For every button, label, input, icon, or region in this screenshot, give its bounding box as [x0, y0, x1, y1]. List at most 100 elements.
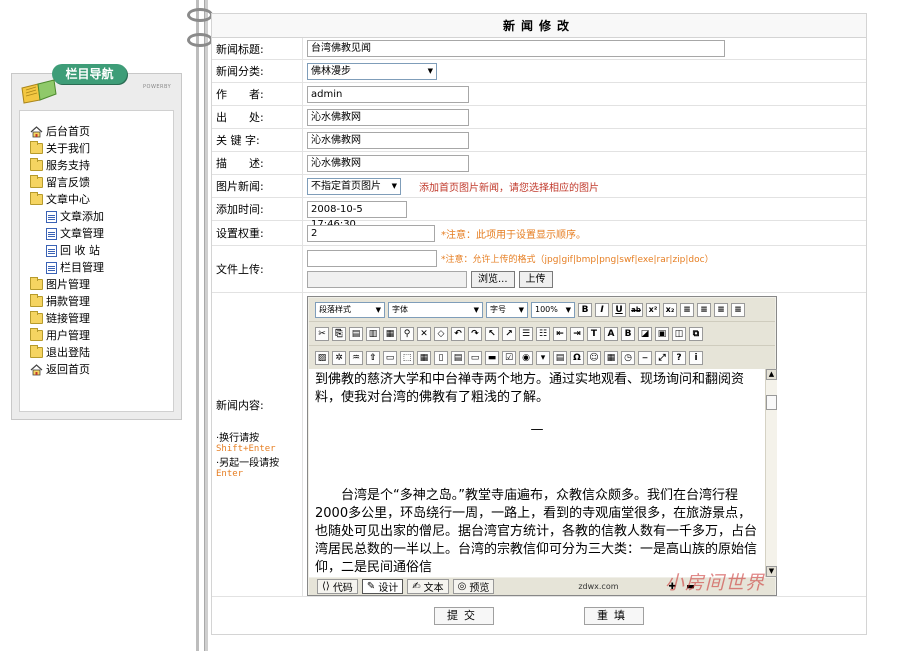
nav-item[interactable]: 用户管理: [30, 327, 104, 344]
checkbox-icon[interactable]: ☑: [502, 350, 516, 365]
strikethrough-icon[interactable]: ab: [629, 302, 643, 317]
paste-text-icon[interactable]: ▥: [366, 326, 380, 341]
description-input[interactable]: 沁水佛教网: [307, 154, 469, 172]
numbered-list-icon[interactable]: ☰: [519, 326, 533, 341]
nav-item[interactable]: 栏目管理: [30, 259, 104, 276]
find-icon[interactable]: ⚲: [400, 326, 414, 341]
paragraph-style-select[interactable]: 段落样式 ▼: [315, 301, 385, 318]
preview-mode-button[interactable]: ◎ 预览: [452, 579, 495, 594]
align-justify-icon[interactable]: ≡: [731, 302, 745, 317]
grid-icon[interactable]: ▦: [417, 350, 431, 365]
underline-icon[interactable]: U: [612, 302, 626, 317]
form-icon[interactable]: ▯: [434, 350, 448, 365]
select-icon[interactable]: ↖: [485, 326, 499, 341]
nav-item[interactable]: 文章添加: [30, 208, 104, 225]
paste-word-icon[interactable]: ▦: [383, 326, 397, 341]
layers-icon[interactable]: ⧉: [689, 326, 703, 341]
scroll-up-icon[interactable]: ▲: [766, 369, 777, 380]
nav-item[interactable]: 返回首页: [30, 361, 104, 378]
italic-icon[interactable]: I: [595, 302, 609, 317]
eraser-icon[interactable]: ◇: [434, 326, 448, 341]
browse-button[interactable]: 浏览...: [471, 271, 515, 288]
design-mode-button[interactable]: ✎ 设计: [361, 579, 404, 594]
background-color-icon[interactable]: B: [621, 326, 635, 341]
nav-item[interactable]: 回 收 站: [30, 242, 104, 259]
pointer-icon[interactable]: ↗: [502, 326, 516, 341]
font-select[interactable]: 字体 ▼: [388, 301, 483, 318]
about-icon[interactable]: i: [689, 350, 703, 365]
nav-item[interactable]: 文章中心: [30, 191, 104, 208]
template-icon[interactable]: ▤: [451, 350, 465, 365]
image-icon[interactable]: ▨: [315, 350, 329, 365]
nav-item[interactable]: 文章管理: [30, 225, 104, 242]
fullscreen-icon[interactable]: ⤢: [655, 350, 669, 365]
fill-icon[interactable]: ◪: [638, 326, 652, 341]
help-icon[interactable]: ?: [672, 350, 686, 365]
special-char-icon[interactable]: Ω: [570, 350, 584, 365]
open-book-icon: [21, 79, 57, 104]
button-icon[interactable]: ▬: [485, 350, 499, 365]
editor-scrollbar[interactable]: ▲ ▼: [765, 369, 777, 577]
title-input[interactable]: 台湾佛教见闻: [307, 40, 725, 57]
weight-input[interactable]: 2: [307, 224, 435, 242]
editor-content-area[interactable]: 到佛教的慈济大学和中台禅寺两个地方。通过实地观看、现场询问和翻阅资料，使我对台湾…: [309, 369, 765, 577]
superscript-icon[interactable]: x²: [646, 302, 660, 317]
submit-button[interactable]: 提交: [434, 606, 494, 625]
scroll-down-icon[interactable]: ▼: [766, 566, 777, 577]
redo-icon[interactable]: ↷: [468, 326, 482, 341]
nav-item[interactable]: 链接管理: [30, 310, 104, 327]
nav-item[interactable]: 服务支持: [30, 157, 104, 174]
date-icon[interactable]: ▦: [604, 350, 618, 365]
cut-icon[interactable]: ✂: [315, 326, 329, 341]
nav-item[interactable]: 退出登陆: [30, 344, 104, 361]
table-icon[interactable]: ▭: [383, 350, 397, 365]
div-icon[interactable]: ⬚: [400, 350, 414, 365]
category-select[interactable]: 佛林漫步 ▼: [307, 62, 437, 80]
code-mode-button[interactable]: ⟨⟩ 代码: [317, 579, 358, 594]
outdent-icon[interactable]: ⇤: [553, 326, 567, 341]
upload-button[interactable]: 上传: [518, 271, 553, 288]
indent-icon[interactable]: ⇥: [570, 326, 584, 341]
link-icon[interactable]: ⇧: [366, 350, 380, 365]
highlight-icon[interactable]: A: [604, 326, 618, 341]
source-input[interactable]: 沁水佛教网: [307, 108, 469, 126]
textarea-icon[interactable]: ▤: [553, 350, 567, 365]
delete-icon[interactable]: ✕: [417, 326, 431, 341]
scroll-thumb[interactable]: [766, 395, 777, 410]
nav-item[interactable]: 图片管理: [30, 276, 104, 293]
upload-path-input[interactable]: [307, 250, 437, 267]
zoom-select[interactable]: 100% ▼: [531, 301, 575, 318]
text-color-icon[interactable]: T: [587, 326, 601, 341]
copy-icon[interactable]: ⎘: [332, 326, 346, 341]
image-news-select[interactable]: 不指定首页图片 ▼: [307, 177, 401, 195]
add-time-input[interactable]: 2008-10-5 17:46:30: [307, 200, 407, 230]
nav-item[interactable]: 关于我们: [30, 140, 104, 157]
layer-icon[interactable]: ◫: [672, 326, 686, 341]
bold-icon[interactable]: B: [578, 302, 592, 317]
page-break-icon[interactable]: ⎯: [638, 350, 652, 365]
nav-item[interactable]: 后台首页: [30, 123, 104, 140]
chevron-down-icon: ▼: [518, 305, 524, 314]
media-icon[interactable]: ♒: [349, 350, 363, 365]
undo-icon[interactable]: ↶: [451, 326, 465, 341]
align-center-icon[interactable]: ≡: [697, 302, 711, 317]
align-left-icon[interactable]: ≡: [680, 302, 694, 317]
author-input[interactable]: admin: [307, 85, 469, 103]
radio-icon[interactable]: ◉: [519, 350, 533, 365]
nav-item[interactable]: 捐款管理: [30, 293, 104, 310]
nav-item[interactable]: 留言反馈: [30, 174, 104, 191]
flash-icon[interactable]: ✲: [332, 350, 346, 365]
select-list-icon[interactable]: ▾: [536, 350, 550, 365]
subscript-icon[interactable]: x₂: [663, 302, 677, 317]
time-icon[interactable]: ◷: [621, 350, 635, 365]
keywords-input[interactable]: 沁水佛教网: [307, 131, 469, 149]
align-right-icon[interactable]: ≡: [714, 302, 728, 317]
frame-icon[interactable]: ▣: [655, 326, 669, 341]
input-icon[interactable]: ▭: [468, 350, 482, 365]
font-size-select[interactable]: 字号 ▼: [486, 301, 528, 318]
reset-button[interactable]: 重填: [584, 606, 644, 625]
paste-icon[interactable]: ▤: [349, 326, 363, 341]
text-mode-button[interactable]: ✍ 文本: [407, 579, 449, 594]
bullet-list-icon[interactable]: ☷: [536, 326, 550, 341]
emoticon-icon[interactable]: ☺: [587, 350, 601, 365]
